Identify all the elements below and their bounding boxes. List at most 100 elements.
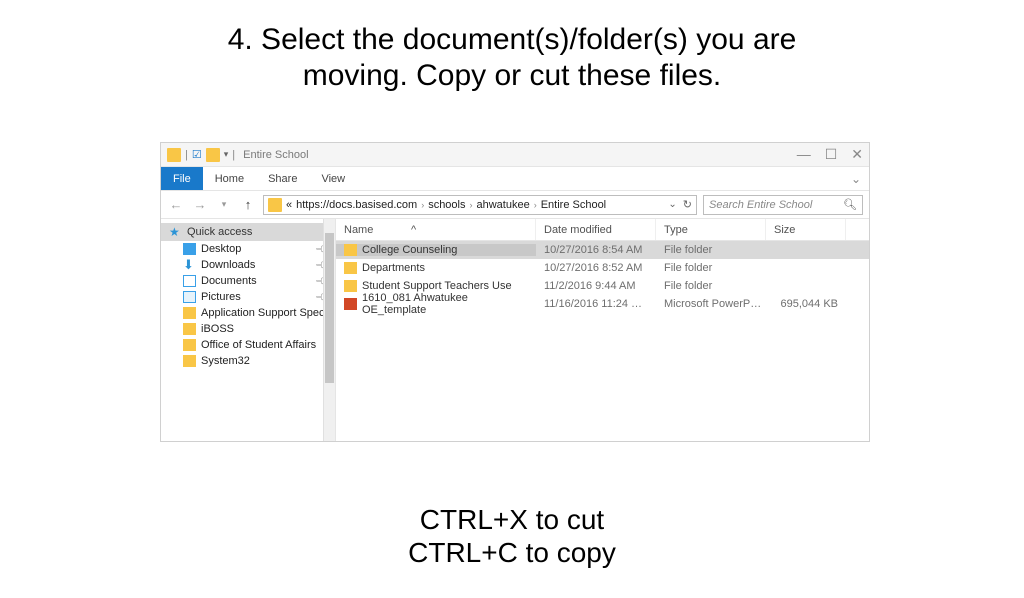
nav-sidebar: ★ Quick access Desktop 📌︎ ⬇ Downloads 📌︎…	[161, 219, 336, 441]
sidebar-scrollbar[interactable]	[323, 219, 335, 441]
file-name: College Counseling	[362, 244, 457, 256]
folder-icon	[183, 307, 196, 319]
qat-dropdown-icon[interactable]: ▾	[224, 149, 229, 160]
title-line-1: 4. Select the document(s)/folder(s) you …	[228, 23, 797, 56]
sidebar-item-label: iBOSS	[201, 323, 234, 335]
sidebar-item-label: Desktop	[201, 243, 241, 255]
sidebar-item-label: Downloads	[201, 259, 255, 271]
title-line-2: moving. Copy or cut these files.	[303, 59, 722, 92]
tab-home[interactable]: Home	[203, 167, 256, 190]
crumb-entire-school[interactable]: Entire School	[541, 199, 606, 211]
refresh-icon[interactable]: ↻	[683, 198, 692, 211]
minimize-button[interactable]: —	[797, 146, 811, 163]
col-name-label: Name	[344, 224, 373, 236]
nav-up-icon[interactable]: ↑	[239, 197, 257, 212]
sidebar-item-downloads[interactable]: ⬇ Downloads 📌︎	[161, 257, 335, 273]
folder-icon	[344, 280, 357, 292]
col-date[interactable]: Date modified	[536, 219, 656, 240]
crumb-root[interactable]: https://docs.basised.com	[296, 199, 417, 211]
sidebar-item-desktop[interactable]: Desktop 📌︎	[161, 241, 335, 257]
titlebar-left: | ☑ ▾ | Entire School	[167, 148, 309, 162]
download-icon: ⬇	[183, 259, 196, 271]
star-icon: ★	[169, 226, 182, 238]
sidebar-quick-access[interactable]: ★ Quick access	[161, 223, 335, 241]
sidebar-item-label: System32	[201, 355, 250, 367]
folder-icon	[344, 262, 357, 274]
address-dropdown-icon[interactable]: ⌄	[668, 199, 676, 210]
file-date: 10/27/2016 8:54 AM	[536, 244, 656, 256]
file-date: 11/2/2016 9:44 AM	[536, 280, 656, 292]
sidebar-item-label: Application Support Specialist	[201, 307, 336, 319]
search-input[interactable]: Search Entire School 🔍︎	[703, 195, 863, 215]
sidebar-item-label: Office of Student Affairs	[201, 339, 316, 351]
address-folder-icon	[268, 198, 282, 212]
address-bar[interactable]: « https://docs.basised.com › schools › a…	[263, 195, 697, 215]
table-row[interactable]: College Counseling 10/27/2016 8:54 AM Fi…	[336, 241, 869, 259]
tab-share[interactable]: Share	[256, 167, 309, 190]
nav-back-icon[interactable]: ←	[167, 197, 185, 212]
search-placeholder: Search Entire School	[709, 199, 812, 211]
tab-file[interactable]: File	[161, 167, 203, 190]
folder-icon	[183, 339, 196, 351]
sort-caret-icon: ^	[377, 224, 416, 236]
window-title: Entire School	[243, 149, 308, 161]
crumb-ahwatukee[interactable]: ahwatukee	[476, 199, 529, 211]
search-icon[interactable]: 🔍︎	[843, 198, 857, 211]
sidebar-item-pictures[interactable]: Pictures 📌︎	[161, 289, 335, 305]
address-prefix: «	[286, 199, 292, 211]
sidebar-item-student-affairs[interactable]: Office of Student Affairs	[161, 337, 335, 353]
file-name: 1610_081 Ahwatukee OE_template	[362, 292, 528, 316]
folder-icon	[167, 148, 181, 162]
table-row[interactable]: Departments 10/27/2016 8:52 AM File fold…	[336, 259, 869, 277]
tip-cut: CTRL+X to cut	[420, 504, 604, 535]
nav-row: ← → ▾ ↑ « https://docs.basised.com › sch…	[161, 191, 869, 219]
keyboard-tips: CTRL+X to cut CTRL+C to copy	[0, 503, 1024, 570]
file-date: 10/27/2016 8:52 AM	[536, 262, 656, 274]
crumb-sep-icon: ›	[534, 200, 537, 210]
col-size[interactable]: Size	[766, 219, 846, 240]
close-button[interactable]: ✕	[851, 146, 863, 163]
quick-access-label: Quick access	[187, 226, 252, 238]
sidebar-item-label: Documents	[201, 275, 257, 287]
ribbon-collapse-icon[interactable]: ⌄	[851, 172, 869, 186]
file-date: 11/16/2016 11:24 …	[536, 298, 656, 310]
crumb-sep-icon: ›	[469, 200, 472, 210]
powerpoint-icon	[344, 298, 357, 310]
crumb-schools[interactable]: schools	[428, 199, 465, 211]
file-type: File folder	[656, 262, 766, 274]
scrollbar-thumb[interactable]	[325, 233, 334, 383]
sidebar-item-system32[interactable]: System32	[161, 353, 335, 369]
folder-icon	[183, 323, 196, 335]
file-size: 695,044 KB	[766, 298, 846, 310]
maximize-button[interactable]: ☐	[825, 146, 838, 163]
nav-forward-icon: →	[191, 197, 209, 212]
file-rows: College Counseling 10/27/2016 8:54 AM Fi…	[336, 241, 869, 313]
folder-icon	[344, 244, 357, 256]
nav-history-icon[interactable]: ▾	[215, 199, 233, 210]
sidebar-item-documents[interactable]: Documents 📌︎	[161, 273, 335, 289]
titlebar: | ☑ ▾ | Entire School — ☐ ✕	[161, 143, 869, 167]
qat-checkbox-icon[interactable]: ☑	[192, 148, 202, 161]
file-name: Departments	[362, 262, 425, 274]
sidebar-item-label: Pictures	[201, 291, 241, 303]
pictures-icon	[183, 291, 196, 303]
tip-copy: CTRL+C to copy	[408, 537, 616, 568]
folder-icon	[183, 355, 196, 367]
col-type[interactable]: Type	[656, 219, 766, 240]
table-row[interactable]: 1610_081 Ahwatukee OE_template 11/16/201…	[336, 295, 869, 313]
crumb-sep-icon: ›	[421, 200, 424, 210]
sidebar-item-iboss[interactable]: iBOSS	[161, 321, 335, 337]
tab-view[interactable]: View	[309, 167, 357, 190]
file-type: File folder	[656, 244, 766, 256]
file-list: Name ^ Date modified Type Size College C…	[336, 219, 869, 441]
file-name: Student Support Teachers Use	[362, 280, 512, 292]
qat-separator: |	[185, 149, 188, 161]
col-name[interactable]: Name ^	[336, 219, 536, 240]
file-explorer-window: | ☑ ▾ | Entire School — ☐ ✕ File Home Sh…	[160, 142, 870, 442]
file-type: File folder	[656, 280, 766, 292]
documents-icon	[183, 275, 196, 287]
sidebar-item-app-support[interactable]: Application Support Specialist	[161, 305, 335, 321]
ribbon-tabs: File Home Share View ⌄	[161, 167, 869, 191]
qat-folder-icon[interactable]	[206, 148, 220, 162]
qat-separator-2: |	[232, 149, 235, 161]
